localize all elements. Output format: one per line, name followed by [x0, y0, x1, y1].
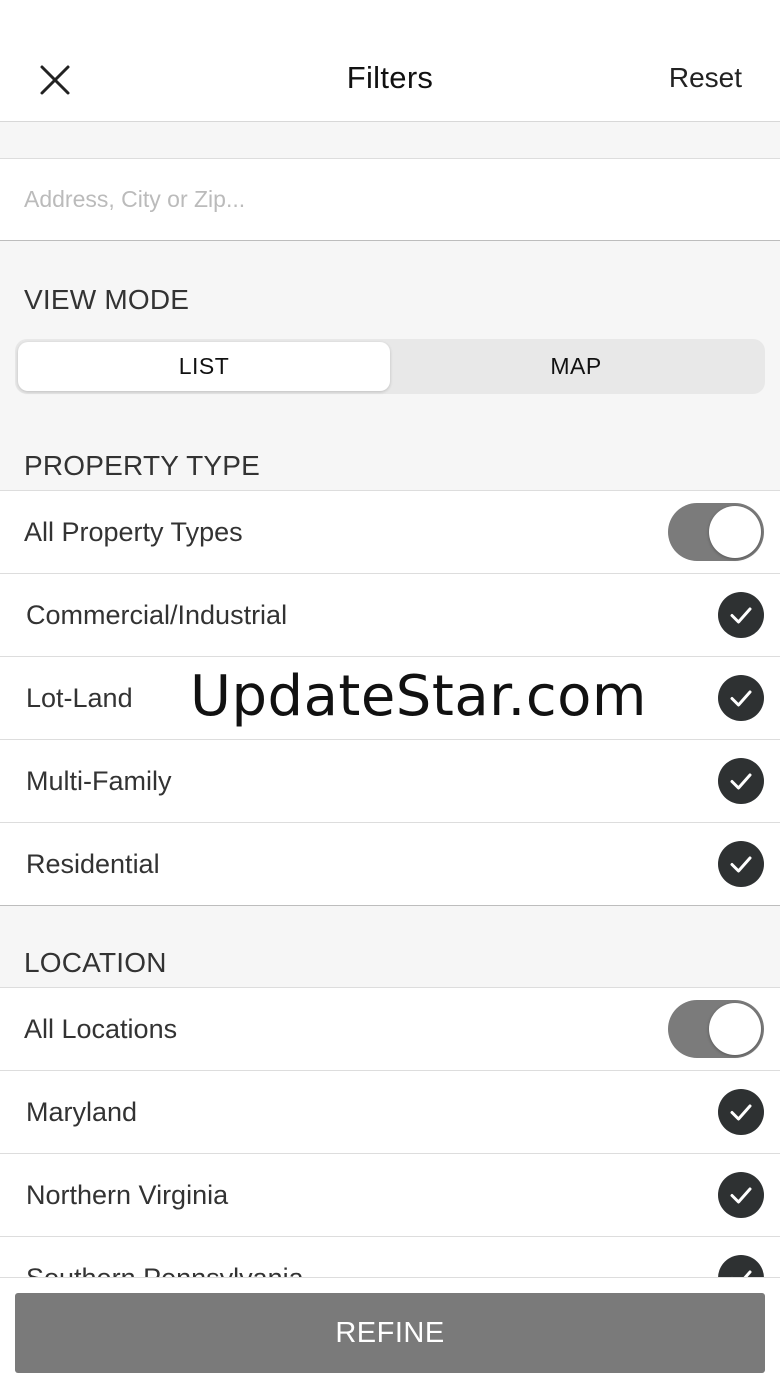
- page-title: Filters: [346, 60, 434, 95]
- refine-button[interactable]: REFINE: [15, 1293, 765, 1373]
- checkmark-icon[interactable]: [718, 1172, 764, 1218]
- list-item-label: Commercial/Industrial: [26, 599, 288, 630]
- toggle-knob: [709, 506, 761, 558]
- all-locations-toggle[interactable]: [668, 1000, 764, 1058]
- view-mode-segmented-control: LIST MAP: [15, 339, 765, 394]
- view-mode-heading: VIEW MODE: [24, 284, 190, 315]
- checkmark-icon[interactable]: [718, 1089, 764, 1135]
- property-type-list: All Property Types Commercial/Industrial…: [0, 490, 780, 906]
- search-container: [0, 158, 780, 241]
- bottom-bar: REFINE: [0, 1277, 780, 1387]
- list-item[interactable]: Commercial/Industrial: [0, 574, 780, 657]
- search-input[interactable]: [0, 159, 780, 240]
- all-property-types-label: All Property Types: [24, 516, 243, 547]
- view-mode-list-tab[interactable]: LIST: [18, 342, 390, 391]
- all-locations-row[interactable]: All Locations: [0, 988, 780, 1071]
- reset-button[interactable]: Reset: [669, 62, 742, 94]
- view-mode-map-tab[interactable]: MAP: [390, 342, 762, 391]
- list-item-label: Maryland: [26, 1096, 138, 1127]
- checkmark-icon[interactable]: [718, 675, 764, 721]
- checkmark-icon[interactable]: [718, 758, 764, 804]
- location-heading: LOCATION: [24, 947, 167, 978]
- list-item[interactable]: Lot-Land: [0, 657, 780, 740]
- list-item[interactable]: Maryland: [0, 1071, 780, 1154]
- all-property-types-toggle[interactable]: [668, 503, 764, 561]
- property-type-heading: PROPERTY TYPE: [24, 450, 261, 481]
- filters-screen: Filters Reset VIEW MODE LIST MAP PROPERT…: [0, 0, 780, 1387]
- header: Filters Reset: [0, 0, 780, 122]
- list-item[interactable]: Northern Virginia: [0, 1154, 780, 1237]
- list-item-label: Northern Virginia: [26, 1179, 229, 1210]
- list-item[interactable]: Multi-Family: [0, 740, 780, 823]
- checkmark-icon[interactable]: [718, 841, 764, 887]
- list-item-label: Multi-Family: [26, 765, 172, 796]
- checkmark-icon[interactable]: [718, 592, 764, 638]
- location-list: All Locations Maryland Northern Virginia…: [0, 987, 780, 1320]
- all-property-types-row[interactable]: All Property Types: [0, 491, 780, 574]
- toggle-knob: [709, 1003, 761, 1055]
- list-item-label: Residential: [26, 848, 160, 879]
- all-locations-label: All Locations: [24, 1013, 178, 1044]
- list-item-label: Lot-Land: [26, 682, 133, 713]
- list-item[interactable]: Residential: [0, 823, 780, 906]
